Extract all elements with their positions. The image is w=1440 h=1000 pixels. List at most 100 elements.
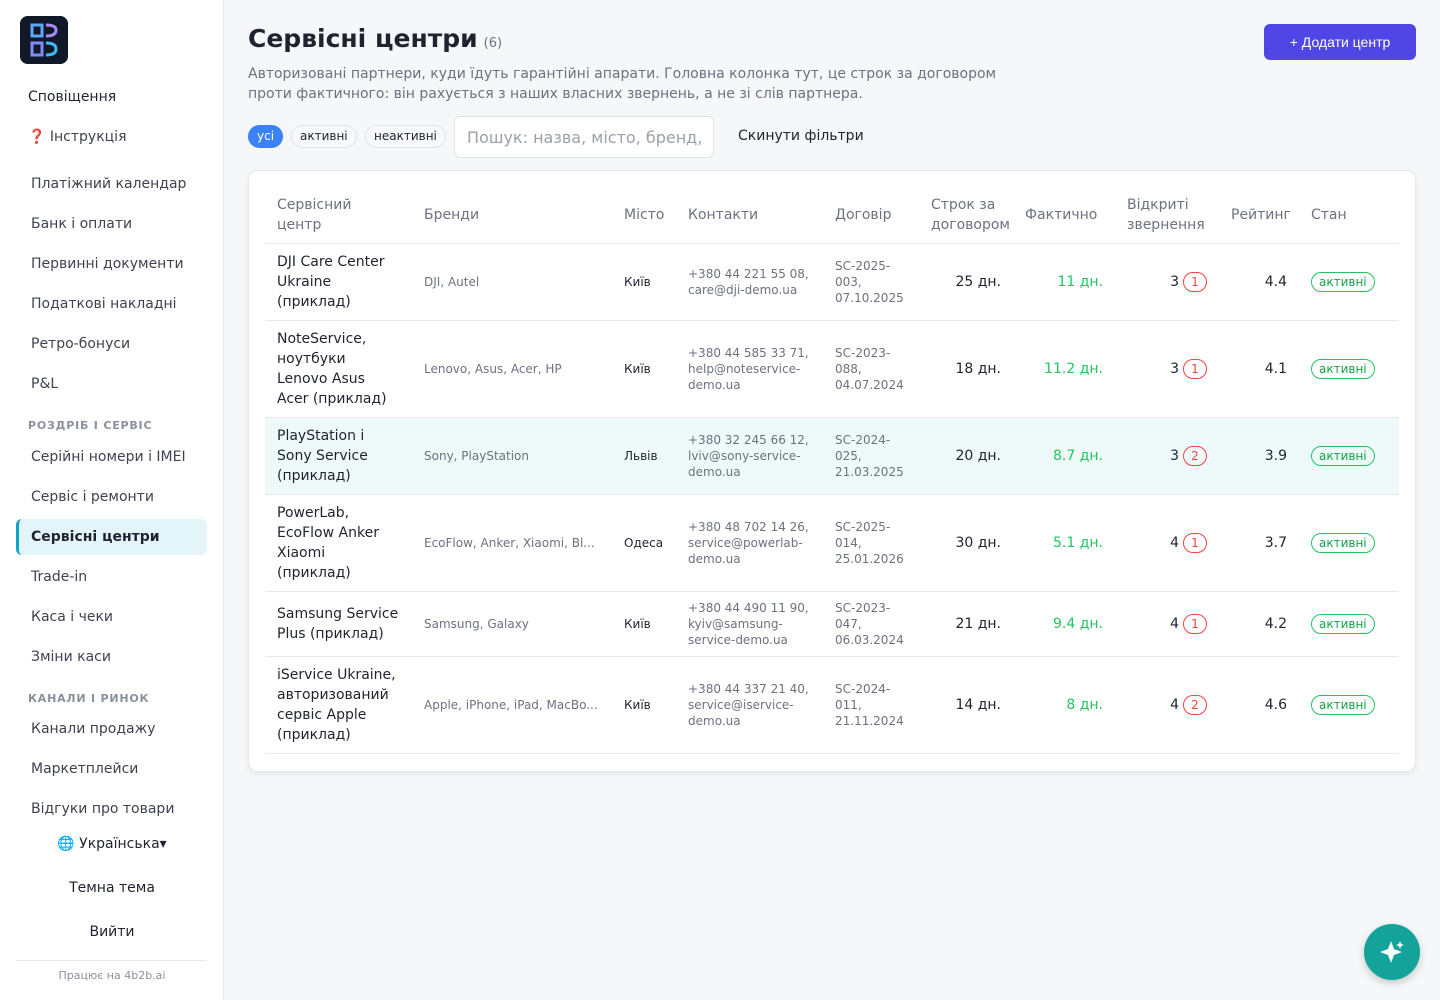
table-row[interactable]: iService Ukraine, авторизований сервіс A… — [265, 656, 1399, 754]
cell-open-tickets: 41 — [1115, 591, 1219, 657]
cell-name[interactable]: PlayStation і Sony Service (приклад) — [265, 417, 412, 495]
sidebar-item-payment-calendar[interactable]: Платіжний календар — [16, 166, 207, 202]
open-count: 3 — [1170, 274, 1179, 290]
cell-city: Київ — [612, 591, 676, 657]
cell-name[interactable]: iService Ukraine, авторизований сервіс A… — [265, 656, 412, 754]
cell-actual: 11 дн. — [1013, 243, 1115, 321]
cell-contract: SC-2024-011, 21.11.2024 — [823, 656, 919, 754]
col-header-term[interactable]: Строк за договором — [919, 191, 1013, 244]
filter-chip-active[interactable]: активні — [291, 125, 357, 148]
sidebar-item-marketplaces[interactable]: Маркетплейси — [16, 751, 207, 787]
table-row[interactable]: PowerLab, EcoFlow Anker Xiaomi (приклад)… — [265, 494, 1399, 592]
powered-by: Працює на 4b2b.ai — [58, 969, 166, 982]
open-count: 3 — [1170, 448, 1179, 464]
logout-button[interactable]: Вийти — [0, 924, 224, 940]
table-row[interactable]: DJI Care Center Ukraine (приклад) DJI, A… — [265, 243, 1399, 321]
cell-open-tickets: 32 — [1115, 417, 1219, 495]
cell-contract: SC-2025-014, 25.01.2026 — [823, 494, 919, 592]
filter-chip-inactive[interactable]: неактивні — [365, 125, 446, 148]
language-select[interactable]: 🌐 Українська▾ — [0, 836, 224, 852]
status-badge: активні — [1311, 272, 1375, 292]
filter-chip-all[interactable]: усі — [248, 125, 284, 148]
sidebar-item-cash-shifts[interactable]: Зміни каси — [16, 639, 207, 675]
section-channels-market: КАНАЛИ І РИНОК — [28, 692, 150, 705]
cell-brands: Samsung, Galaxy — [412, 591, 612, 657]
status-badge: активні — [1311, 614, 1375, 634]
cell-contract: SC-2025-003, 07.10.2025 — [823, 243, 919, 321]
add-center-button[interactable]: + Додати центр — [1264, 24, 1416, 60]
sidebar-item-trade-in[interactable]: Trade-in — [16, 559, 207, 595]
table-row[interactable]: Samsung Service Plus (приклад) Samsung, … — [265, 591, 1399, 657]
ai-assistant-button[interactable] — [1364, 924, 1420, 980]
sidebar-item-service-repairs[interactable]: Сервіс і ремонти — [16, 479, 207, 515]
col-header-contract[interactable]: Договір — [823, 191, 919, 244]
cell-term: 14 дн. — [919, 656, 1013, 754]
cell-contract: SC-2023-088, 04.07.2024 — [823, 320, 919, 418]
status-badge: активні — [1311, 446, 1375, 466]
sidebar-item-service-centers[interactable]: Сервісні центри — [16, 519, 207, 555]
cell-brands: EcoFlow, Anker, Xiaomi, Bl... — [412, 494, 612, 592]
cell-rating: 4.6 — [1219, 656, 1299, 754]
sidebar-item-bank-payments[interactable]: Банк і оплати — [16, 206, 207, 242]
cell-term: 21 дн. — [919, 591, 1013, 657]
cell-term: 30 дн. — [919, 494, 1013, 592]
sidebar-item-sales-channels[interactable]: Канали продажу — [16, 711, 207, 747]
table-row[interactable]: PlayStation і Sony Service (приклад) Son… — [265, 417, 1399, 495]
cell-status: активні — [1299, 494, 1399, 592]
sidebar-item-retro-bonuses[interactable]: Ретро-бонуси — [16, 326, 207, 362]
cell-actual: 9.4 дн. — [1013, 591, 1115, 657]
search-input[interactable] — [454, 116, 714, 158]
sparkle-icon — [1380, 941, 1404, 963]
sidebar-item-serial-imei[interactable]: Серійні номери і IMEI — [16, 439, 207, 475]
notifications-link[interactable]: Сповіщення — [28, 89, 116, 105]
reset-filters-button[interactable]: Скинути фільтри — [738, 128, 864, 144]
page-title: Сервісні центри (6) — [248, 24, 502, 53]
cell-status: активні — [1299, 656, 1399, 754]
cell-name[interactable]: Samsung Service Plus (приклад) — [265, 591, 412, 657]
col-header-rating[interactable]: Рейтинг — [1219, 191, 1299, 244]
cell-brands: DJI, Autel — [412, 243, 612, 321]
page-count: (6) — [483, 36, 503, 51]
cell-actual: 11.2 дн. — [1013, 320, 1115, 418]
open-count: 3 — [1170, 361, 1179, 377]
cell-contacts: +380 44 490 11 90, kyiv@samsung-service-… — [676, 591, 823, 657]
overdue-badge: 1 — [1183, 533, 1207, 553]
col-header-status[interactable]: Стан — [1299, 191, 1399, 244]
sidebar-item-tax-invoices[interactable]: Податкові накладні — [16, 286, 207, 322]
status-badge: активні — [1311, 533, 1375, 553]
app-logo[interactable] — [20, 16, 68, 64]
sidebar-divider — [16, 960, 207, 961]
sidebar: Сповіщення ❓ Інструкція Платіжний календ… — [0, 0, 224, 1000]
cell-contract: SC-2024-025, 21.03.2025 — [823, 417, 919, 495]
col-header-open-tickets[interactable]: Відкриті звернення — [1115, 191, 1219, 244]
cell-contacts: +380 48 702 14 26, service@powerlab-demo… — [676, 494, 823, 592]
col-header-actual[interactable]: Фактично — [1013, 191, 1115, 244]
sidebar-item-pnl[interactable]: P&L — [16, 366, 207, 402]
open-count: 4 — [1170, 535, 1179, 551]
overdue-badge: 1 — [1183, 272, 1207, 292]
col-header-name[interactable]: Сервісний центр — [265, 191, 412, 244]
cell-open-tickets: 42 — [1115, 656, 1219, 754]
sidebar-item-product-reviews[interactable]: Відгуки про товари — [16, 791, 207, 827]
instructions-link[interactable]: ❓ Інструкція — [28, 129, 127, 145]
sidebar-item-primary-documents[interactable]: Первинні документи — [16, 246, 207, 282]
dark-theme-button[interactable]: Темна тема — [0, 880, 224, 896]
sidebar-item-cash-receipts[interactable]: Каса і чеки — [16, 599, 207, 635]
cell-status: активні — [1299, 417, 1399, 495]
cell-actual: 8.7 дн. — [1013, 417, 1115, 495]
cell-name[interactable]: PowerLab, EcoFlow Anker Xiaomi (приклад) — [265, 494, 412, 592]
col-header-contacts[interactable]: Контакти — [676, 191, 823, 244]
cell-rating: 4.1 — [1219, 320, 1299, 418]
table-row[interactable]: NoteService, ноутбуки Lenovo Asus Acer (… — [265, 320, 1399, 418]
service-centers-table: Сервісний центр Бренди Місто Контакти До… — [265, 191, 1399, 754]
page-title-text: Сервісні центри — [248, 24, 478, 53]
col-header-city[interactable]: Місто — [612, 191, 676, 244]
cell-name[interactable]: DJI Care Center Ukraine (приклад) — [265, 243, 412, 321]
cell-open-tickets: 31 — [1115, 243, 1219, 321]
cell-name[interactable]: NoteService, ноутбуки Lenovo Asus Acer (… — [265, 320, 412, 418]
cell-actual: 8 дн. — [1013, 656, 1115, 754]
cell-contacts: +380 44 585 33 71, help@noteservice-demo… — [676, 320, 823, 418]
col-header-brands[interactable]: Бренди — [412, 191, 612, 244]
cell-status: активні — [1299, 320, 1399, 418]
open-count: 4 — [1170, 697, 1179, 713]
